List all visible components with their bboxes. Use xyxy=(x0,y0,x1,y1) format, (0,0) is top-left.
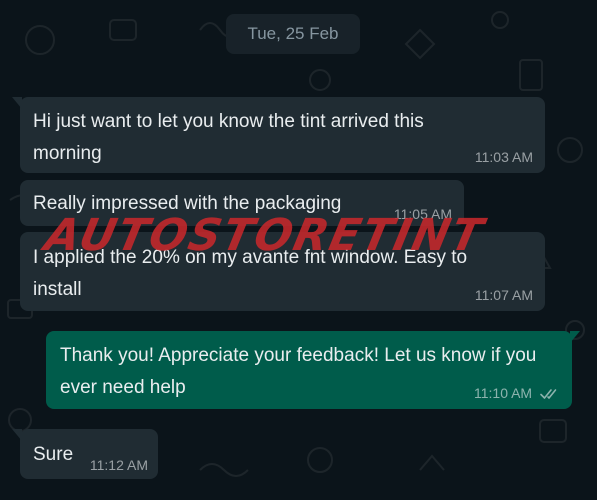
message-time: 11:10 AM xyxy=(473,385,533,401)
message-bubble-incoming[interactable]: I applied the 20% on my avante fnt windo… xyxy=(20,232,545,311)
message-bubble-incoming[interactable]: Hi just want to let you know the tint ar… xyxy=(12,97,545,173)
message-time: 11:12 AM xyxy=(89,457,148,473)
date-separator: Tue, 25 Feb xyxy=(226,14,360,54)
message-text: Really impressed with the packaging xyxy=(33,193,342,214)
message-time-wrapper: 11:10 AM xyxy=(474,385,560,401)
message-text: I applied the 20% on my avante fnt windo… xyxy=(33,247,468,300)
bubble-tail xyxy=(12,429,22,441)
chat-area[interactable]: Tue, 25 Feb Hi just want to let you know… xyxy=(0,0,597,500)
message-bubble-outgoing[interactable]: Thank you! Appreciate your feedback! Let… xyxy=(46,331,580,409)
bubble-tail xyxy=(12,97,22,109)
double-check-icon xyxy=(540,389,557,399)
bubble-tail xyxy=(570,331,580,343)
message-text: Hi just want to let you know the tint ar… xyxy=(33,111,424,164)
message-time: 11:07 AM xyxy=(474,287,533,303)
message-time: 11:05 AM xyxy=(393,206,452,222)
message-bubble-incoming[interactable]: Really impressed with the packaging 11:0… xyxy=(20,180,464,226)
message-bubble-incoming[interactable]: Sure 11:12 AM xyxy=(12,429,158,479)
message-time: 11:03 AM xyxy=(474,149,533,165)
